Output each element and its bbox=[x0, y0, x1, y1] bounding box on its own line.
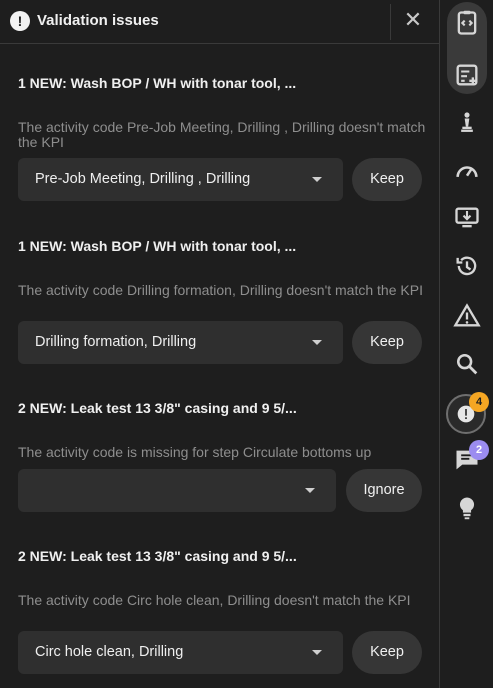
issue-heading: 1 NEW: Wash BOP / WH with tonar tool, ..… bbox=[18, 75, 297, 91]
keep-button[interactable]: Keep bbox=[352, 631, 422, 674]
activity-code-value: Circ hole clean, Drilling bbox=[35, 644, 184, 660]
activity-code-select[interactable]: Drilling formation, Drilling bbox=[18, 321, 343, 364]
validation-count-badge: 4 bbox=[469, 392, 489, 412]
issue-message: The activity code Circ hole clean, Drill… bbox=[18, 592, 411, 608]
code-document-icon[interactable] bbox=[453, 9, 481, 37]
caret-down-icon bbox=[312, 340, 322, 345]
validation-panel: ! Validation issues ✕ 1 NEW: Wash BOP / … bbox=[0, 0, 439, 688]
history-icon[interactable] bbox=[453, 252, 481, 280]
header-divider bbox=[390, 4, 391, 40]
activity-code-value: Pre-Job Meeting, Drilling , Drilling bbox=[35, 171, 251, 187]
keep-button[interactable]: Keep bbox=[352, 158, 422, 201]
close-icon[interactable]: ✕ bbox=[403, 9, 423, 31]
add-list-icon[interactable] bbox=[453, 61, 481, 89]
ignore-button[interactable]: Ignore bbox=[346, 469, 422, 512]
caret-down-icon bbox=[312, 650, 322, 655]
issue-message: The activity code Pre-Job Meeting, Drill… bbox=[18, 119, 426, 150]
lightbulb-icon[interactable] bbox=[453, 494, 481, 522]
caret-down-icon bbox=[312, 177, 322, 182]
panel-title: Validation issues bbox=[37, 12, 159, 29]
chess-piece-icon[interactable] bbox=[453, 108, 481, 136]
comments-count-badge: 2 bbox=[469, 440, 489, 460]
speedometer-icon[interactable] bbox=[453, 157, 481, 185]
activity-code-select[interactable]: Pre-Job Meeting, Drilling , Drilling bbox=[18, 158, 343, 201]
activity-code-select[interactable]: Circ hole clean, Drilling bbox=[18, 631, 343, 674]
warning-icon: ! bbox=[10, 11, 30, 31]
right-toolbar: 4 2 bbox=[439, 0, 493, 688]
caret-down-icon bbox=[305, 488, 315, 493]
issue-heading: 1 NEW: Wash BOP / WH with tonar tool, ..… bbox=[18, 238, 297, 254]
download-to-screen-icon[interactable] bbox=[453, 204, 481, 232]
keep-button[interactable]: Keep bbox=[352, 321, 422, 364]
search-icon[interactable] bbox=[453, 350, 481, 378]
warning-triangle-icon[interactable] bbox=[453, 302, 481, 330]
issue-heading: 2 NEW: Leak test 13 3/8" casing and 9 5/… bbox=[18, 548, 297, 564]
panel-header: ! Validation issues ✕ bbox=[0, 0, 439, 44]
issue-heading: 2 NEW: Leak test 13 3/8" casing and 9 5/… bbox=[18, 400, 297, 416]
activity-code-select[interactable] bbox=[18, 469, 336, 512]
activity-code-value: Drilling formation, Drilling bbox=[35, 334, 197, 350]
issue-message: The activity code is missing for step Ci… bbox=[18, 444, 372, 460]
issue-message: The activity code Drilling formation, Dr… bbox=[18, 282, 423, 298]
